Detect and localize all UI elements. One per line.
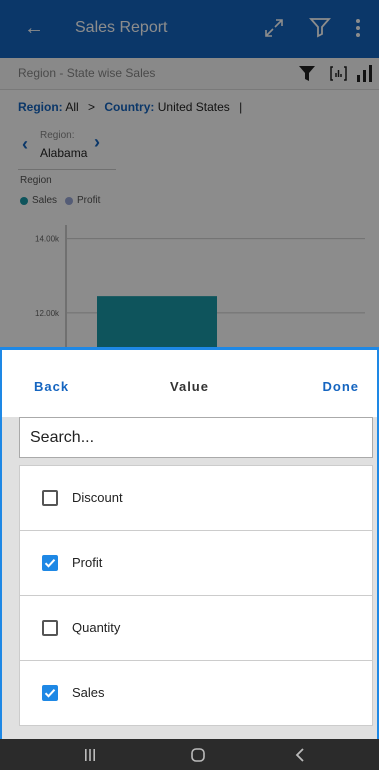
value-option-label: Sales	[72, 685, 105, 700]
back-button[interactable]: Back	[34, 379, 69, 394]
value-option-label: Profit	[72, 555, 103, 570]
recents-icon[interactable]	[60, 739, 120, 770]
value-option-label: Discount	[72, 490, 123, 505]
home-icon[interactable]	[168, 739, 228, 770]
value-option-profit[interactable]: Profit	[20, 531, 372, 596]
search-input[interactable]	[19, 417, 373, 458]
sheet-header: Value Back Done	[2, 350, 377, 417]
value-list: Discount Profit Quantity Sales	[19, 465, 373, 726]
checkbox-checked[interactable]	[42, 685, 58, 701]
value-picker-sheet: Value Back Done Discount Profit Quantity Sa…	[0, 347, 379, 739]
system-nav-bar	[0, 739, 379, 770]
checkbox-checked[interactable]	[42, 555, 58, 571]
done-button[interactable]: Done	[323, 379, 360, 394]
checkbox-unchecked[interactable]	[42, 490, 58, 506]
value-option-quantity[interactable]: Quantity	[20, 596, 372, 661]
modal-scrim[interactable]	[0, 0, 379, 347]
value-option-sales[interactable]: Sales	[20, 661, 372, 726]
checkbox-unchecked[interactable]	[42, 620, 58, 636]
value-option-label: Quantity	[72, 620, 121, 635]
value-option-discount[interactable]: Discount	[20, 466, 372, 531]
back-nav-icon[interactable]	[270, 739, 330, 770]
